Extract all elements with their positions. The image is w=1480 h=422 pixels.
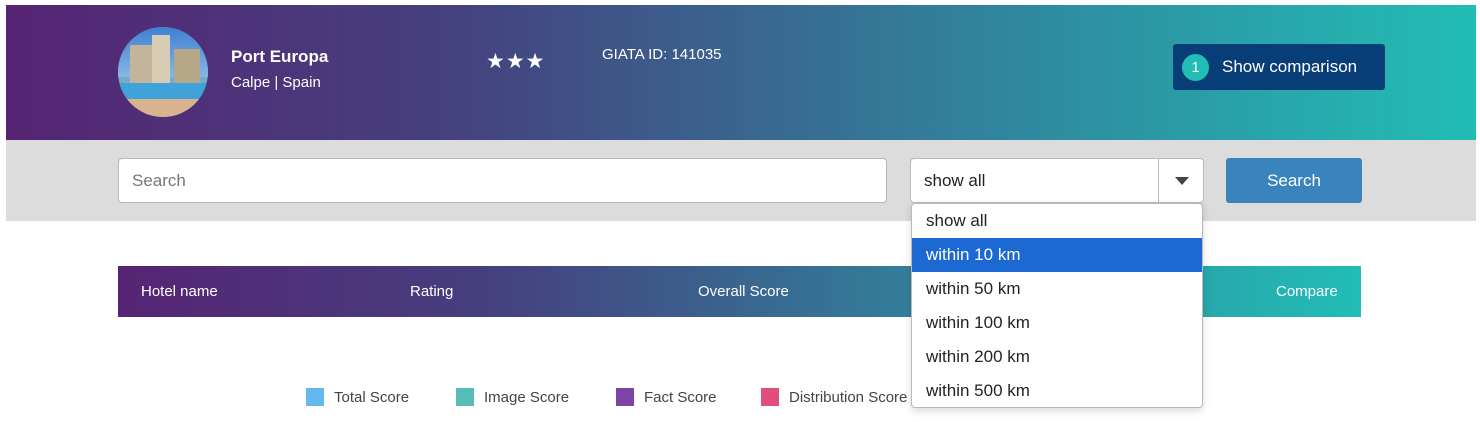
legend-item-image-score[interactable]: Image Score (456, 388, 569, 406)
chevron-down-icon[interactable] (1175, 177, 1189, 185)
legend-swatch (306, 388, 324, 406)
comparison-count-badge: 1 (1182, 53, 1209, 81)
hotel-location: Calpe | Spain (231, 74, 321, 91)
hotel-name: Port Europa (231, 47, 329, 66)
select-divider (1158, 159, 1159, 202)
show-comparison-button[interactable]: 1 Show comparison (1173, 44, 1385, 90)
legend-item-fact-score[interactable]: Fact Score (616, 388, 717, 406)
radius-select-dropdown: show all within 10 km within 50 km withi… (911, 203, 1203, 408)
show-comparison-label: Show comparison (1222, 57, 1358, 76)
column-header-rating[interactable]: Rating (410, 283, 453, 300)
dropdown-option-within-10-km[interactable]: within 10 km (912, 238, 1202, 272)
legend-item-distribution-score[interactable]: Distribution Score (761, 388, 907, 406)
legend-swatch (761, 388, 779, 406)
dropdown-option-within-500-km[interactable]: within 500 km (912, 374, 1202, 407)
legend-label: Total Score (334, 388, 410, 406)
radius-select[interactable]: show all (910, 158, 1204, 203)
column-header-compare[interactable]: Compare (1276, 283, 1338, 300)
dropdown-option-within-100-km[interactable]: within 100 km (912, 306, 1202, 340)
legend-label: Distribution Score (789, 388, 908, 406)
giata-id: GIATA ID: 141035 (602, 46, 722, 63)
legend-label: Fact Score (644, 388, 717, 406)
radius-select-value: show all (924, 171, 986, 190)
legend-item-total-score[interactable]: Total Score (306, 388, 409, 406)
search-input[interactable] (118, 158, 887, 203)
dropdown-option-within-200-km[interactable]: within 200 km (912, 340, 1202, 374)
legend-swatch (616, 388, 634, 406)
dropdown-option-show-all[interactable]: show all (912, 204, 1202, 238)
dropdown-option-within-50-km[interactable]: within 50 km (912, 272, 1202, 306)
star-rating-icon: ★★★ (486, 50, 546, 73)
hotel-header: Port Europa Calpe | Spain ★★★ GIATA ID: … (6, 5, 1476, 140)
legend-label: Image Score (484, 388, 570, 406)
legend-swatch (456, 388, 474, 406)
column-header-overall-score[interactable]: Overall Score (698, 283, 789, 300)
search-button[interactable]: Search (1226, 158, 1362, 203)
hotel-avatar (118, 27, 208, 117)
column-header-hotel-name[interactable]: Hotel name (141, 283, 218, 300)
search-bar: show all Search (6, 140, 1476, 221)
